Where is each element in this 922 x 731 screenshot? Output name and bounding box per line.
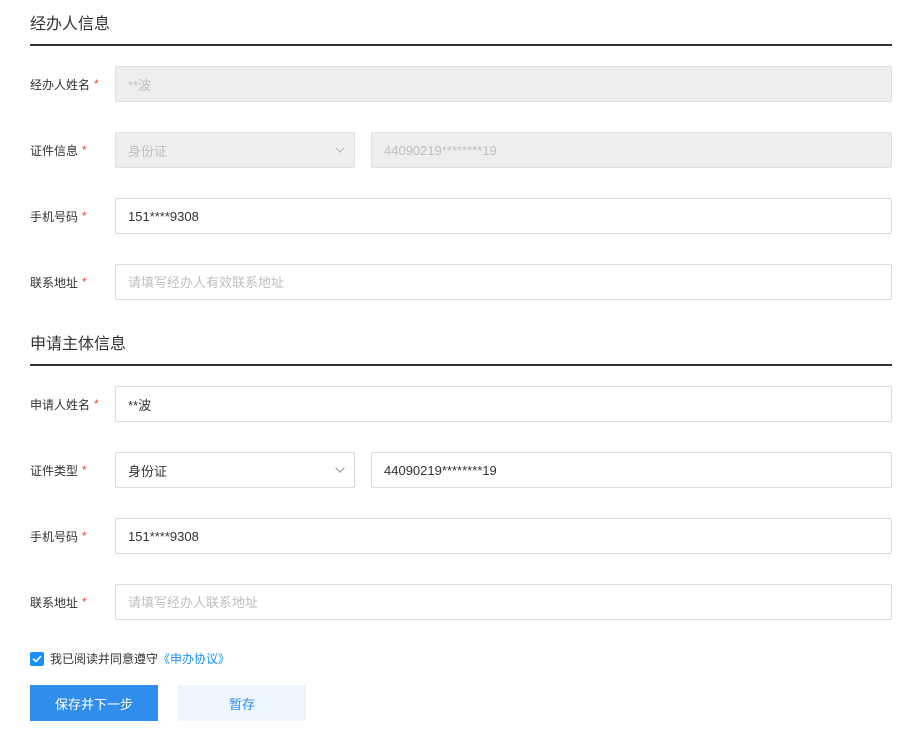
- handler-id-number-input: [371, 132, 892, 168]
- check-icon: [32, 654, 42, 664]
- agreement-row: 我已阅读并同意遵守 《申办协议》: [30, 650, 892, 667]
- applicant-name-label: 申请人姓名*: [30, 396, 115, 413]
- applicant-section-title: 申请主体信息: [30, 330, 892, 366]
- draft-button[interactable]: 暂存: [178, 685, 306, 721]
- handler-section-title: 经办人信息: [30, 10, 892, 46]
- applicant-id-type-select[interactable]: 身份证: [115, 452, 355, 488]
- applicant-address-label: 联系地址*: [30, 594, 115, 611]
- handler-name-row: 经办人姓名*: [30, 66, 892, 102]
- handler-address-row: 联系地址*: [30, 264, 892, 300]
- handler-name-input: [115, 66, 892, 102]
- button-row: 保存并下一步 暂存: [30, 685, 892, 721]
- applicant-address-row: 联系地址*: [30, 584, 892, 620]
- required-mark: *: [94, 77, 99, 91]
- required-mark: *: [82, 595, 87, 609]
- applicant-phone-input[interactable]: [115, 518, 892, 554]
- handler-phone-input[interactable]: [115, 198, 892, 234]
- agreement-checkbox[interactable]: [30, 652, 44, 666]
- applicant-phone-row: 手机号码*: [30, 518, 892, 554]
- save-next-button[interactable]: 保存并下一步: [30, 685, 158, 721]
- handler-id-type-select: 身份证: [115, 132, 355, 168]
- handler-name-label: 经办人姓名*: [30, 76, 115, 93]
- applicant-id-row: 证件类型* 身份证: [30, 452, 892, 488]
- applicant-id-number-input[interactable]: [371, 452, 892, 488]
- applicant-name-row: 申请人姓名*: [30, 386, 892, 422]
- applicant-phone-label: 手机号码*: [30, 528, 115, 545]
- required-mark: *: [82, 529, 87, 543]
- handler-address-input[interactable]: [115, 264, 892, 300]
- handler-phone-row: 手机号码*: [30, 198, 892, 234]
- applicant-name-input[interactable]: [115, 386, 892, 422]
- required-mark: *: [82, 463, 87, 477]
- required-mark: *: [82, 275, 87, 289]
- required-mark: *: [94, 397, 99, 411]
- handler-address-label: 联系地址*: [30, 274, 115, 291]
- required-mark: *: [82, 209, 87, 223]
- handler-id-label: 证件信息*: [30, 142, 115, 159]
- applicant-id-type-value: 身份证: [128, 461, 167, 480]
- required-mark: *: [82, 143, 87, 157]
- handler-id-type-value: 身份证: [128, 141, 167, 160]
- applicant-address-input[interactable]: [115, 584, 892, 620]
- agreement-text: 我已阅读并同意遵守: [50, 650, 158, 667]
- handler-id-row: 证件信息* 身份证: [30, 132, 892, 168]
- applicant-id-type-label: 证件类型*: [30, 462, 115, 479]
- handler-phone-label: 手机号码*: [30, 208, 115, 225]
- agreement-link[interactable]: 《申办协议》: [158, 650, 230, 667]
